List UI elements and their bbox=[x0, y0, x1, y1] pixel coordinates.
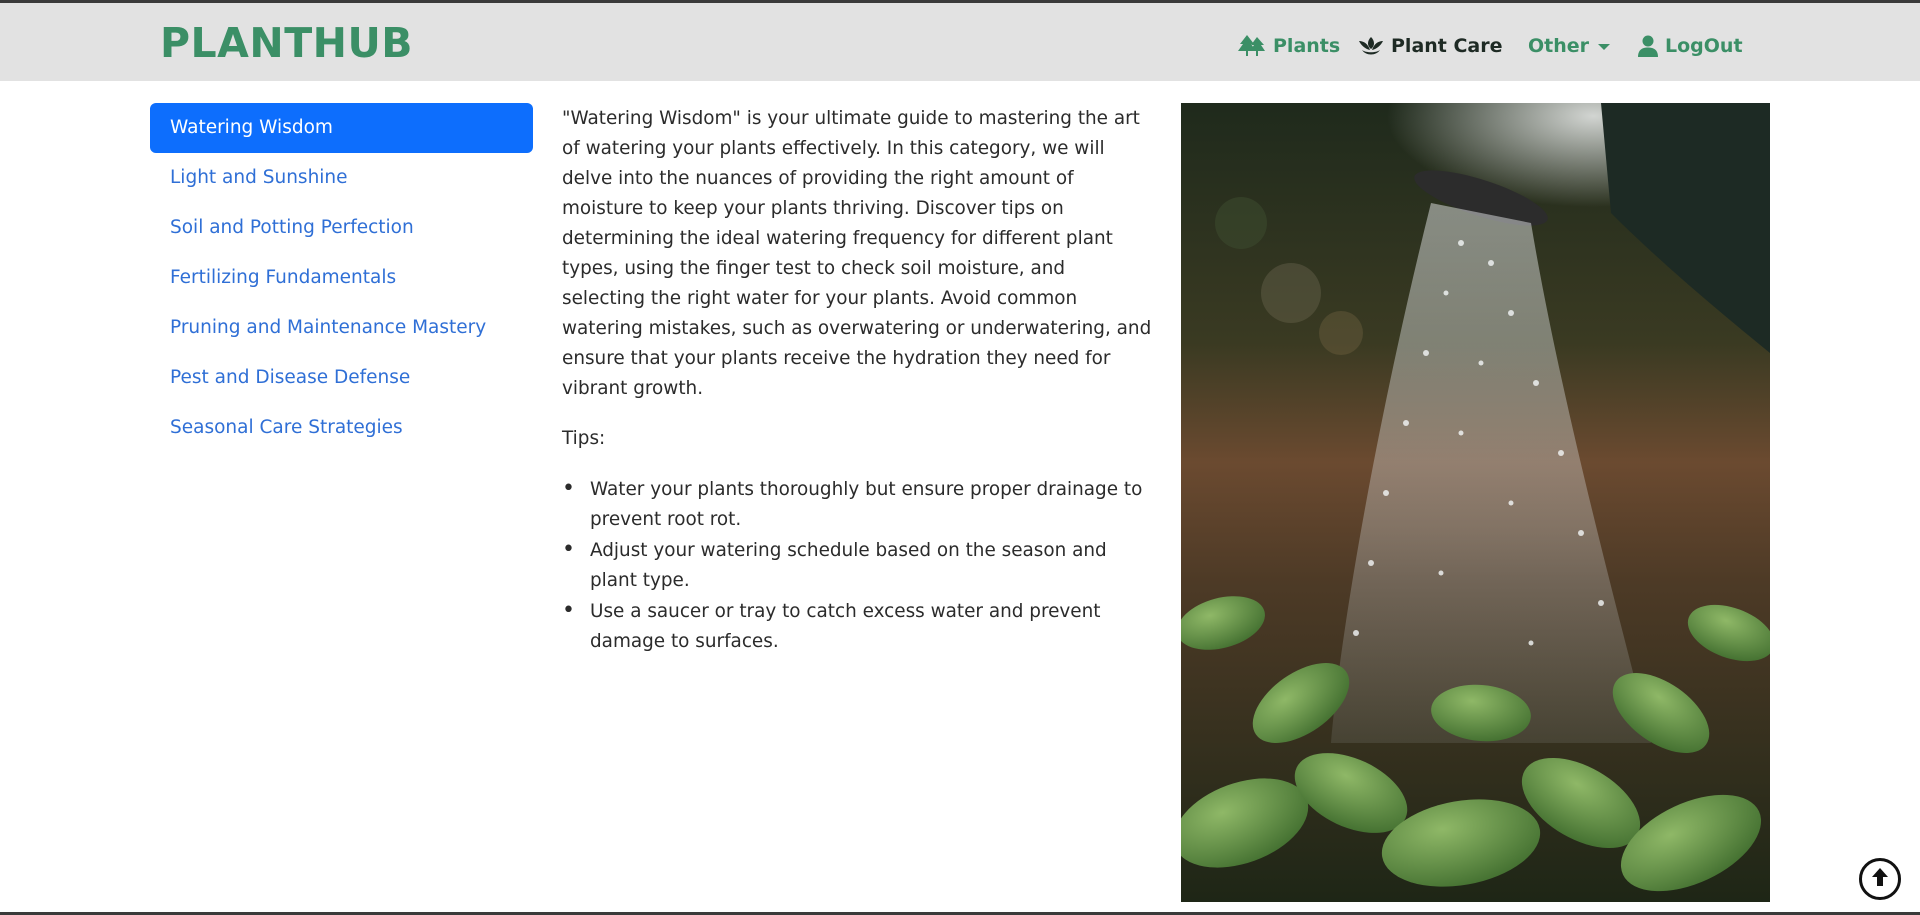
sidebar-item-pest-and-disease[interactable]: Pest and Disease Defense bbox=[150, 353, 533, 403]
tips-heading: Tips: bbox=[562, 428, 606, 449]
nav-other-dropdown[interactable]: Other bbox=[1528, 29, 1611, 63]
nav-logout-link[interactable]: LogOut bbox=[1638, 29, 1743, 63]
sidebar-item-soil-and-potting[interactable]: Soil and Potting Perfection bbox=[150, 203, 533, 253]
tips-list: Water your plants thoroughly but ensure … bbox=[562, 474, 1152, 657]
nav-plants-label: Plants bbox=[1273, 35, 1341, 57]
care-category-sidebar: Watering Wisdom Light and Sunshine Soil … bbox=[150, 103, 533, 453]
navbar: PLANTHUB Plants Plant Care Other LogOut bbox=[0, 3, 1920, 81]
sidebar-item-light-and-sunshine[interactable]: Light and Sunshine bbox=[150, 153, 533, 203]
category-description: "Watering Wisdom" is your ultimate guide… bbox=[562, 108, 1152, 399]
nav-logout-label: LogOut bbox=[1665, 35, 1743, 57]
nav-plant-care-link[interactable]: Plant Care bbox=[1358, 29, 1503, 63]
trees-icon bbox=[1238, 34, 1266, 58]
nav-other-label: Other bbox=[1528, 35, 1590, 57]
sidebar-item-fertilizing[interactable]: Fertilizing Fundamentals bbox=[150, 253, 533, 303]
nav-plant-care-label: Plant Care bbox=[1391, 35, 1503, 57]
sidebar-item-watering-wisdom[interactable]: Watering Wisdom bbox=[150, 103, 533, 153]
category-content: "Watering Wisdom" is your ultimate guide… bbox=[562, 104, 1152, 657]
sidebar-item-seasonal-care[interactable]: Seasonal Care Strategies bbox=[150, 403, 533, 453]
tip-item: Adjust your watering schedule based on t… bbox=[562, 535, 1152, 596]
seedling-icon bbox=[1358, 34, 1384, 58]
tip-item: Use a saucer or tray to catch excess wat… bbox=[562, 596, 1152, 657]
brand-logo[interactable]: PLANTHUB bbox=[160, 19, 413, 67]
user-icon bbox=[1638, 35, 1658, 57]
tip-item: Water your plants thoroughly but ensure … bbox=[562, 474, 1152, 535]
sidebar-item-pruning[interactable]: Pruning and Maintenance Mastery bbox=[150, 303, 533, 353]
arrow-up-circle-icon bbox=[1870, 866, 1890, 892]
watering-can-photo bbox=[1181, 103, 1770, 902]
caret-down-icon bbox=[1598, 44, 1611, 50]
nav-plants-link[interactable]: Plants bbox=[1238, 29, 1340, 63]
scroll-to-top-button[interactable] bbox=[1859, 858, 1901, 900]
